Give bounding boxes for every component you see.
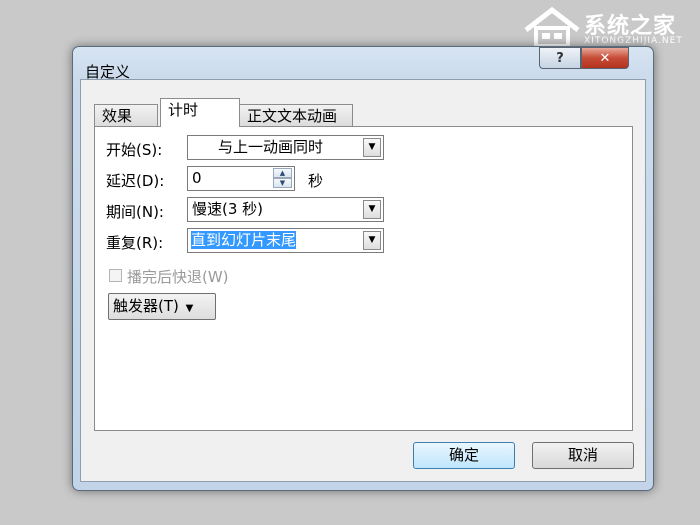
cancel-button[interactable]: 取消 bbox=[532, 442, 634, 469]
custom-animation-dialog: 自定义 ? ✕ 效果 计时 正文文本动画 开始(S): 与上一动画同时 ▼ 延迟… bbox=[72, 46, 654, 491]
chevron-down-icon[interactable]: ▼ bbox=[363, 138, 381, 157]
duration-dropdown[interactable]: 慢速(3 秒) ▼ bbox=[187, 197, 384, 222]
timing-panel: 开始(S): 与上一动画同时 ▼ 延迟(D): 0 ▲ ▼ 秒 期间(N): 慢… bbox=[94, 126, 633, 431]
close-button[interactable]: ✕ bbox=[581, 47, 629, 69]
spin-down-icon[interactable]: ▼ bbox=[273, 178, 292, 188]
spin-up-icon[interactable]: ▲ bbox=[273, 168, 292, 178]
tab-effect[interactable]: 效果 bbox=[94, 104, 158, 126]
expand-icon: ▼ bbox=[185, 303, 194, 314]
chevron-down-icon[interactable]: ▼ bbox=[363, 200, 381, 219]
repeat-label: 重复(R): bbox=[106, 234, 164, 252]
ok-button[interactable]: 确定 bbox=[413, 442, 515, 469]
delay-label: 延迟(D): bbox=[106, 172, 165, 190]
delay-spinbox[interactable]: 0 ▲ ▼ bbox=[187, 166, 295, 191]
trigger-button[interactable]: 触发器(T) ▼ bbox=[108, 293, 216, 320]
tab-text-animation[interactable]: 正文文本动画 bbox=[239, 104, 353, 126]
chevron-down-icon[interactable]: ▼ bbox=[363, 231, 381, 250]
delay-stepper[interactable]: ▲ ▼ bbox=[273, 168, 292, 189]
close-icon: ✕ bbox=[599, 50, 611, 66]
help-icon: ? bbox=[556, 50, 564, 66]
rewind-checkbox[interactable] bbox=[109, 269, 122, 282]
tab-timing[interactable]: 计时 bbox=[160, 98, 240, 127]
repeat-dropdown[interactable]: 直到幻灯片末尾 ▼ bbox=[187, 228, 384, 253]
start-value: 与上一动画同时 bbox=[218, 138, 324, 156]
repeat-value: 直到幻灯片末尾 bbox=[191, 231, 297, 249]
delay-value: 0 bbox=[192, 169, 202, 187]
start-dropdown[interactable]: 与上一动画同时 ▼ bbox=[187, 135, 384, 160]
duration-value: 慢速(3 秒) bbox=[192, 200, 264, 218]
rewind-label: 播完后快退(W) bbox=[127, 268, 229, 286]
help-button[interactable]: ? bbox=[539, 47, 581, 69]
duration-label: 期间(N): bbox=[106, 203, 164, 221]
house-logo-icon bbox=[524, 6, 580, 48]
dialog-client: 效果 计时 正文文本动画 开始(S): 与上一动画同时 ▼ 延迟(D): 0 ▲… bbox=[80, 79, 646, 482]
watermark-url: XITONGZHIJIA.NET bbox=[584, 36, 683, 46]
delay-unit: 秒 bbox=[308, 172, 324, 190]
start-label: 开始(S): bbox=[106, 141, 163, 159]
trigger-label: 触发器(T) bbox=[113, 297, 179, 315]
